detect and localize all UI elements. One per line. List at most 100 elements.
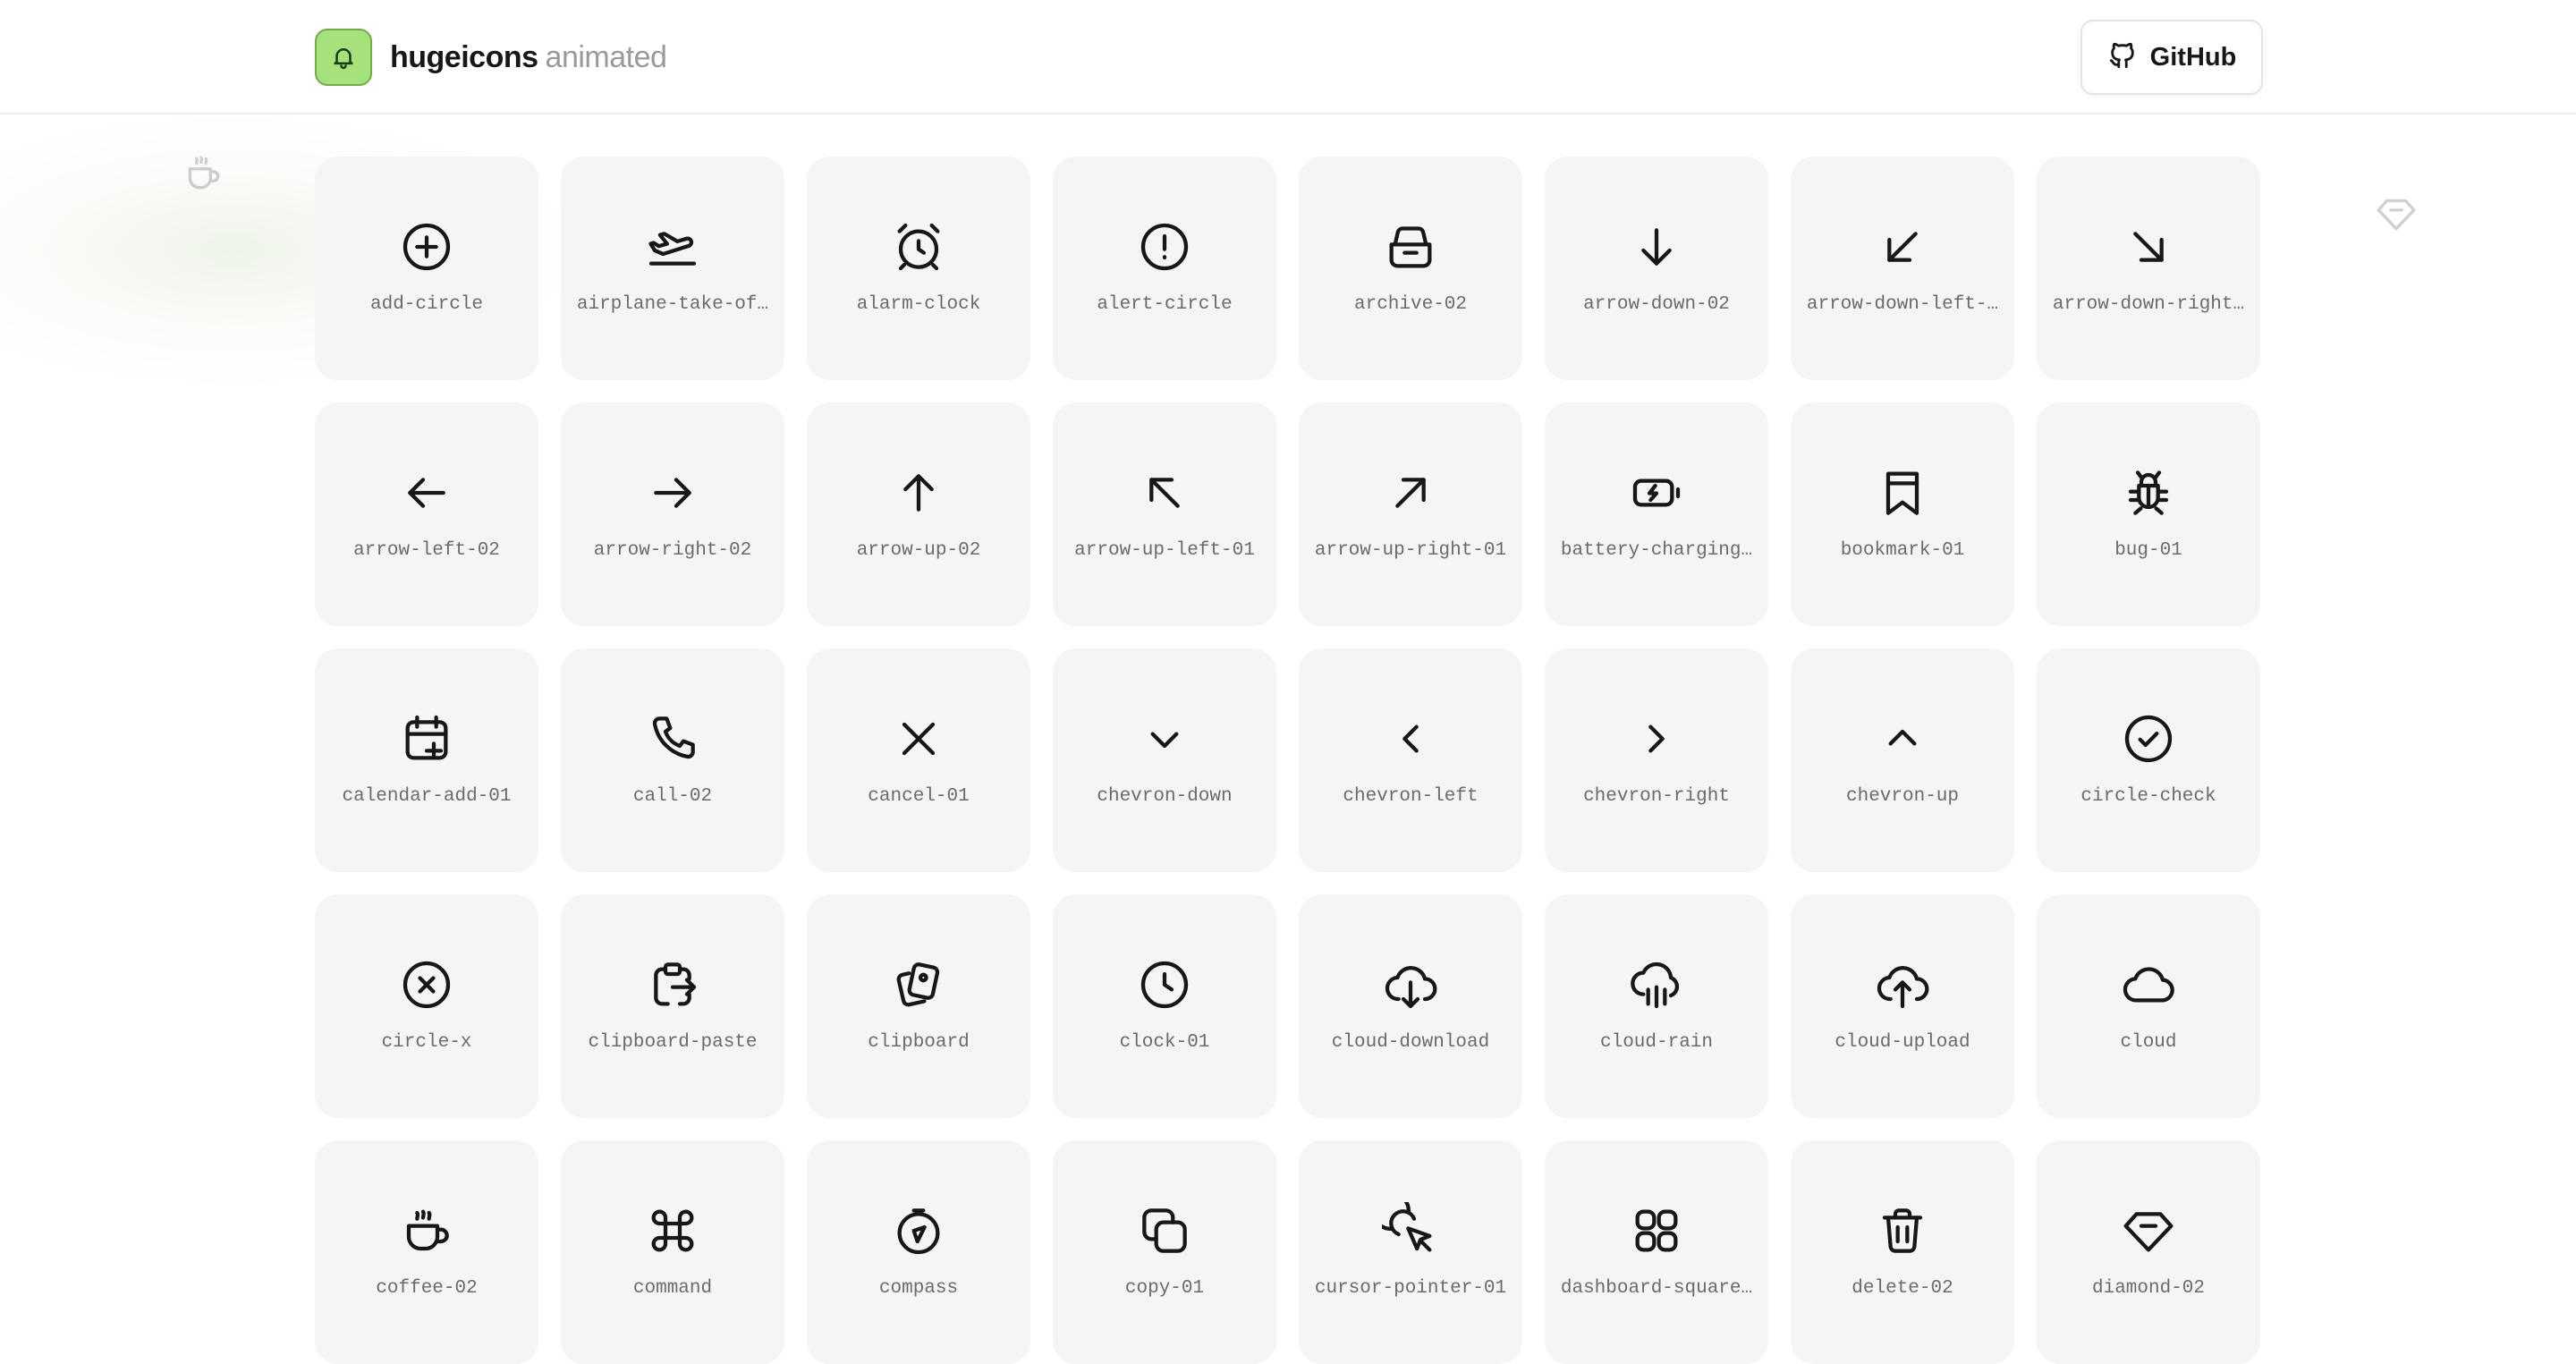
icon-card-chevron-right[interactable]: chevron-right xyxy=(1545,648,1768,872)
icon-card-archive[interactable]: archive-02 xyxy=(1299,157,1522,380)
icon-card-copy[interactable]: copy-01 xyxy=(1053,1140,1276,1364)
icon-grid: add-circle airplane-take-of… alarm-clock al… xyxy=(315,157,2261,1364)
arrow-down-left-icon xyxy=(1874,218,1931,275)
icon-card-cloud[interactable]: cloud xyxy=(2037,894,2260,1118)
icon-card-arrow-down-left[interactable]: arrow-down-left-… xyxy=(1791,157,2014,380)
icon-card-battery-charging[interactable]: battery-charging… xyxy=(1545,402,1768,626)
chevron-down-icon xyxy=(1136,710,1193,767)
icon-card-airplane[interactable]: airplane-take-of… xyxy=(561,157,784,380)
clock-icon xyxy=(1136,956,1193,1013)
icon-label: circle-check xyxy=(2080,786,2216,807)
icon-label: cursor-pointer-01 xyxy=(1314,1278,1507,1299)
icon-card-command[interactable]: command xyxy=(561,1140,784,1364)
brand-suffix: animated xyxy=(545,39,667,74)
cursor-pointer-icon xyxy=(1382,1202,1439,1259)
icon-card-arrow-up-left[interactable]: arrow-up-left-01 xyxy=(1053,402,1276,626)
alert-circle-icon xyxy=(1136,218,1193,275)
brand-name: hugeicons xyxy=(390,39,538,74)
brand[interactable]: hugeicons animated xyxy=(315,29,667,86)
icon-card-call[interactable]: call-02 xyxy=(561,648,784,872)
chevron-up-icon xyxy=(1874,710,1931,767)
icon-label: battery-charging… xyxy=(1560,540,1753,561)
icon-label: diamond-02 xyxy=(2091,1278,2206,1299)
icon-card-coffee[interactable]: coffee-02 xyxy=(315,1140,538,1364)
icon-card-chevron-up[interactable]: chevron-up xyxy=(1791,648,2014,872)
icon-card-clipboard[interactable]: clipboard xyxy=(807,894,1030,1118)
battery-charging-icon xyxy=(1628,464,1685,521)
alarm-clock-icon xyxy=(890,218,947,275)
call-icon xyxy=(644,710,701,767)
icon-label: circle-x xyxy=(381,1032,472,1053)
icon-label: arrow-right-02 xyxy=(593,540,752,561)
icon-label: airplane-take-of… xyxy=(576,294,769,315)
icon-card-arrow-right[interactable]: arrow-right-02 xyxy=(561,402,784,626)
arrow-up-right-icon xyxy=(1382,464,1439,521)
icon-card-compass[interactable]: compass xyxy=(807,1140,1030,1364)
icon-label: cloud-download xyxy=(1331,1032,1490,1053)
icon-card-alarm-clock[interactable]: alarm-clock xyxy=(807,157,1030,380)
icon-label: clipboard-paste xyxy=(588,1032,758,1053)
diamond-icon xyxy=(2120,1202,2177,1259)
icon-card-clipboard-paste[interactable]: clipboard-paste xyxy=(561,894,784,1118)
icon-label: arrow-down-right… xyxy=(2052,294,2245,315)
cloud-upload-icon xyxy=(1874,956,1931,1013)
arrow-right-icon xyxy=(644,464,701,521)
icon-card-arrow-up-right[interactable]: arrow-up-right-01 xyxy=(1299,402,1522,626)
icon-card-cloud-upload[interactable]: cloud-upload xyxy=(1791,894,2014,1118)
icon-label: call-02 xyxy=(632,786,713,807)
icon-card-cloud-download[interactable]: cloud-download xyxy=(1299,894,1522,1118)
icon-label: add-circle xyxy=(369,294,484,315)
icon-card-chevron-left[interactable]: chevron-left xyxy=(1299,648,1522,872)
copy-icon xyxy=(1136,1202,1193,1259)
bug-icon xyxy=(2120,464,2177,521)
icon-label: chevron-up xyxy=(1845,786,1960,807)
icon-card-diamond[interactable]: diamond-02 xyxy=(2037,1140,2260,1364)
icon-card-arrow-down-right[interactable]: arrow-down-right… xyxy=(2037,157,2260,380)
icon-card-circle-x[interactable]: circle-x xyxy=(315,894,538,1118)
icon-label: coffee-02 xyxy=(376,1278,478,1299)
icon-card-arrow-down[interactable]: arrow-down-02 xyxy=(1545,157,1768,380)
icon-card-bookmark[interactable]: bookmark-01 xyxy=(1791,402,2014,626)
icon-label: chevron-right xyxy=(1583,786,1730,807)
arrow-up-icon xyxy=(890,464,947,521)
icon-card-circle-check[interactable]: circle-check xyxy=(2037,648,2260,872)
floating-diamond-icon xyxy=(2374,191,2419,236)
cloud-rain-icon xyxy=(1628,956,1685,1013)
icon-card-arrow-up[interactable]: arrow-up-02 xyxy=(807,402,1030,626)
icon-label: arrow-up-02 xyxy=(856,540,981,561)
icon-card-cancel[interactable]: cancel-01 xyxy=(807,648,1030,872)
icon-card-dashboard-square[interactable]: dashboard-square… xyxy=(1545,1140,1768,1364)
bookmark-icon xyxy=(1874,464,1931,521)
icon-label: clipboard xyxy=(868,1032,970,1053)
icon-label: cancel-01 xyxy=(868,786,970,807)
icon-card-arrow-left[interactable]: arrow-left-02 xyxy=(315,402,538,626)
cloud-download-icon xyxy=(1382,956,1439,1013)
icon-label: alarm-clock xyxy=(856,294,981,315)
delete-icon xyxy=(1874,1202,1931,1259)
circle-x-icon xyxy=(398,956,455,1013)
brand-wordmark: hugeicons animated xyxy=(390,39,667,75)
icon-card-clock[interactable]: clock-01 xyxy=(1053,894,1276,1118)
icon-label: copy-01 xyxy=(1124,1278,1205,1299)
chevron-left-icon xyxy=(1382,710,1439,767)
top-navbar: hugeicons animated GitHub xyxy=(0,0,2576,114)
icon-card-alert-circle[interactable]: alert-circle xyxy=(1053,157,1276,380)
icon-label: compass xyxy=(878,1278,959,1299)
icon-card-cloud-rain[interactable]: cloud-rain xyxy=(1545,894,1768,1118)
github-button[interactable]: GitHub xyxy=(2080,20,2263,95)
icon-label: cloud-upload xyxy=(1835,1032,1970,1053)
icon-label: arrow-left-02 xyxy=(353,540,500,561)
compass-icon xyxy=(890,1202,947,1259)
icon-card-bug[interactable]: bug-01 xyxy=(2037,402,2260,626)
icon-card-add-circle[interactable]: add-circle xyxy=(315,157,538,380)
floating-coffee-icon xyxy=(181,150,225,195)
icon-card-calendar-add[interactable]: calendar-add-01 xyxy=(315,648,538,872)
clipboard-paste-icon xyxy=(644,956,701,1013)
icon-card-chevron-down[interactable]: chevron-down xyxy=(1053,648,1276,872)
icon-card-cursor-pointer[interactable]: cursor-pointer-01 xyxy=(1299,1140,1522,1364)
calendar-add-icon xyxy=(398,710,455,767)
icon-label: arrow-down-02 xyxy=(1583,294,1730,315)
cloud-icon xyxy=(2120,956,2177,1013)
icon-label: chevron-left xyxy=(1343,786,1479,807)
icon-card-delete[interactable]: delete-02 xyxy=(1791,1140,2014,1364)
